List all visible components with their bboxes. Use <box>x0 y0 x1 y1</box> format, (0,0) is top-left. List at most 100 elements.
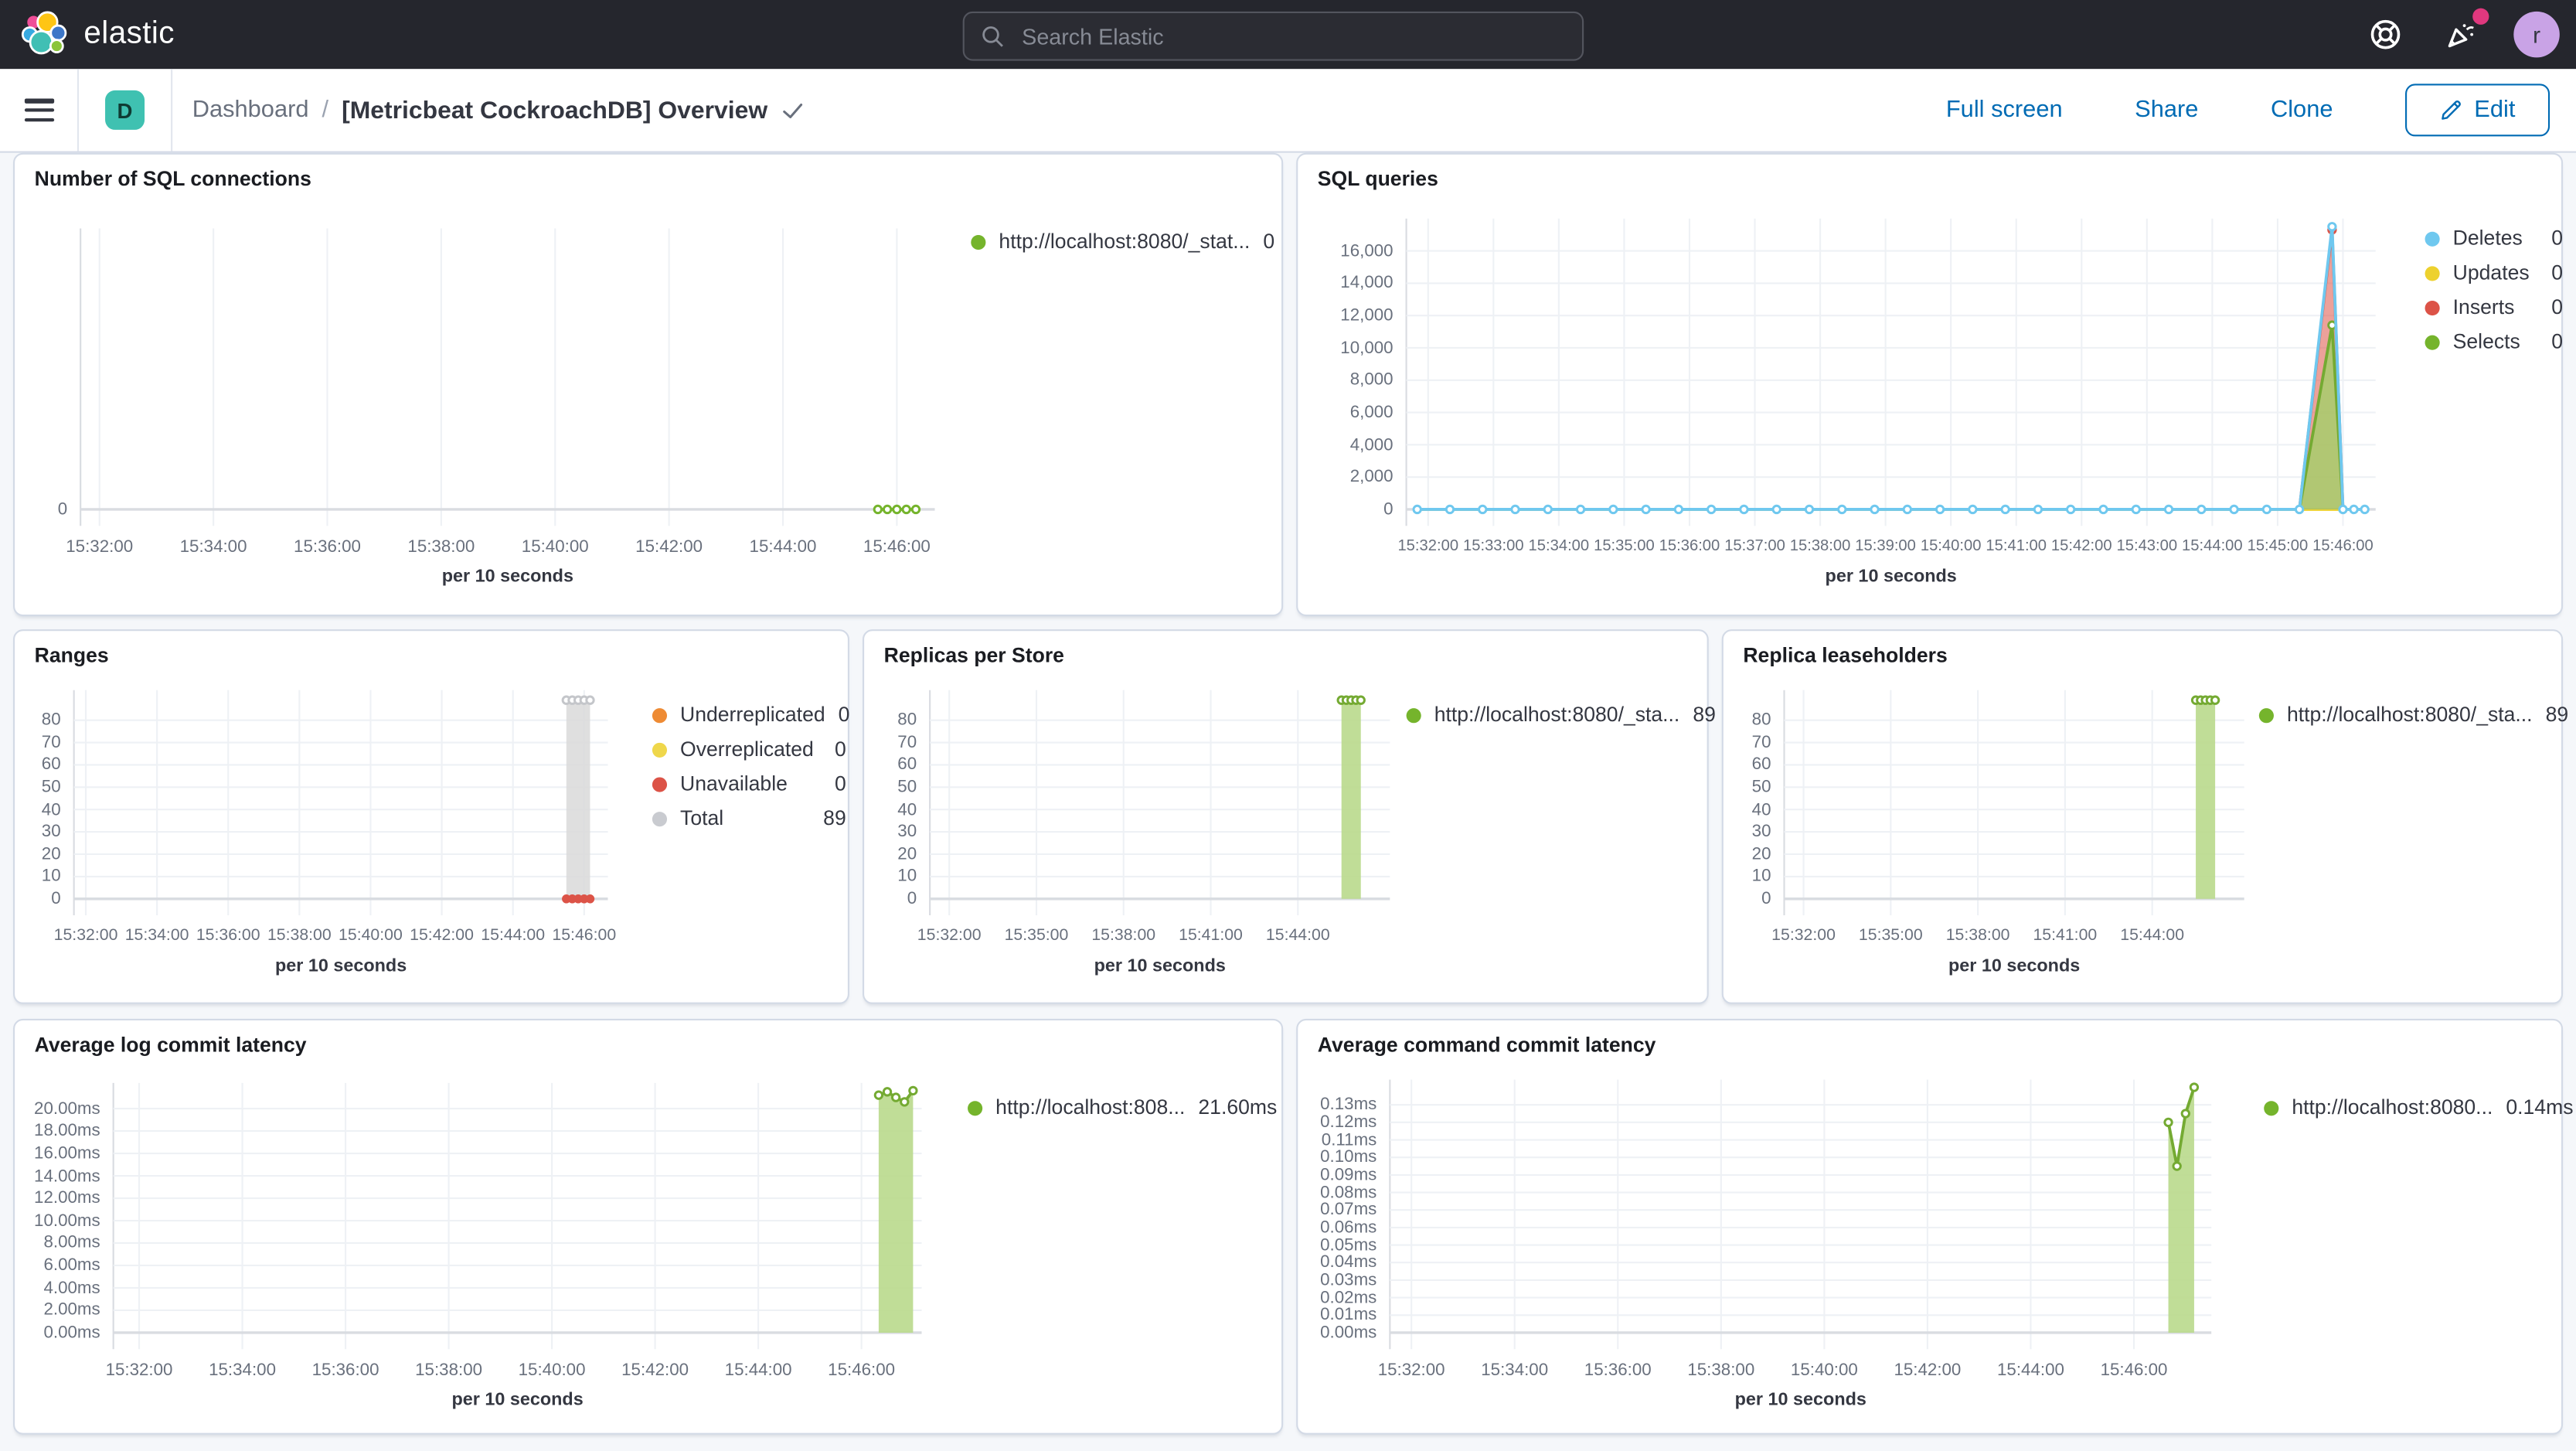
header-actions: r <box>2363 0 2560 69</box>
y-tick-label: 0 <box>907 889 917 909</box>
y-tick-label: 6.00ms <box>43 1255 100 1276</box>
user-avatar[interactable]: r <box>2513 11 2560 58</box>
legend-dot-icon <box>2425 301 2440 316</box>
legend-value: 21.60ms <box>1198 1095 1278 1119</box>
legend-item[interactable]: Overreplicated 0 <box>652 737 846 762</box>
panel-replica-leaseholders: Replica leaseholders 0 10 20 30 40 50 60 70 80 15… <box>1721 629 2568 1004</box>
legend-item[interactable]: http://localhost:8080/_stat... 0 <box>971 230 1274 255</box>
y-tick-label: 80 <box>41 710 61 731</box>
chart-plot[interactable] <box>1783 690 2244 918</box>
panel-title[interactable]: Average command commit latency <box>1298 1020 2561 1057</box>
chart-plot[interactable] <box>80 228 935 530</box>
legend-dot-icon <box>2425 266 2440 281</box>
series-Unavailable <box>585 894 595 904</box>
series-fill-http://localhost:808... <box>878 1090 914 1333</box>
legend-item[interactable]: Deletes 0 <box>2425 227 2563 251</box>
chart-plot[interactable] <box>929 690 1390 918</box>
panel-title[interactable]: SQL queries <box>1298 155 2561 191</box>
chart-legend: Deletes 0 Updates 0 Inserts 0 Selects 0 <box>2425 227 2564 355</box>
y-tick-label: 50 <box>41 777 61 798</box>
edit-button[interactable]: Edit <box>2405 83 2550 137</box>
panel-title[interactable]: Replicas per Store <box>864 631 1707 667</box>
x-axis-title: per 10 seconds <box>1825 567 1957 587</box>
y-tick-label: 0.06ms <box>1320 1218 1377 1238</box>
news-feed-button[interactable] <box>2438 8 2489 58</box>
chart-plot[interactable] <box>1405 218 2376 530</box>
legend-item[interactable]: Underreplicated 0 <box>652 703 849 728</box>
legend-dot-icon <box>2425 231 2440 247</box>
edit-button-label: Edit <box>2474 97 2516 124</box>
breadcrumb: Dashboard / [Metricbeat CockroachDB] Ove… <box>192 96 805 124</box>
full-screen-button[interactable]: Full screen <box>1946 97 2063 123</box>
legend-label: Deletes <box>2452 227 2523 250</box>
chart-average-command-commit-latency: 0.00ms 0.01ms 0.02ms 0.03ms 0.04ms 0.05ms 0.06… <box>1298 1060 2574 1433</box>
series-Total <box>566 700 590 899</box>
y-tick-label: 10,000 <box>1340 338 1393 358</box>
clone-button[interactable]: Clone <box>2271 97 2333 123</box>
legend-item[interactable]: Total 89 <box>652 807 846 832</box>
legend-label: http://localhost:8080/_sta... <box>2286 703 2533 727</box>
legend-dot-icon <box>2258 708 2274 724</box>
series-http://localhost:8080/_sta... <box>1341 700 1361 899</box>
party-popper-icon <box>2448 24 2474 48</box>
search-input[interactable] <box>1018 22 1583 50</box>
breadcrumb-separator: / <box>322 97 329 124</box>
legend-dot-icon <box>652 742 668 758</box>
y-tick-label: 16.00ms <box>34 1143 100 1163</box>
legend-item[interactable]: Updates 0 <box>2425 261 2563 286</box>
legend-item[interactable]: http://localhost:8080/_sta... 89 <box>1406 703 1716 728</box>
legend-item[interactable]: http://localhost:8080/_sta... 89 <box>2258 703 2568 728</box>
y-tick-label: 0 <box>1383 499 1393 519</box>
legend-dot-icon <box>968 1101 983 1116</box>
menu-icon[interactable] <box>24 98 55 122</box>
y-tick-label: 30 <box>1751 822 1771 842</box>
y-tick-label: 0.10ms <box>1320 1147 1377 1167</box>
x-tick-label: 15:46:00 <box>828 1361 896 1381</box>
chart-plot[interactable] <box>112 1082 922 1352</box>
legend-item[interactable]: http://localhost:808... 21.60ms <box>968 1096 1277 1121</box>
y-tick-label: 10 <box>1751 867 1771 887</box>
legend-dot-icon <box>652 812 668 827</box>
y-tick-label: 0.09ms <box>1320 1165 1377 1185</box>
panel-title[interactable]: Number of SQL connections <box>15 155 1281 191</box>
legend-item[interactable]: Inserts 0 <box>2425 296 2563 321</box>
y-tick-label: 40 <box>41 799 61 819</box>
legend-label: Underreplicated <box>680 703 825 727</box>
chart-plot[interactable] <box>73 690 608 918</box>
share-button[interactable]: Share <box>2135 97 2198 123</box>
y-tick-label: 70 <box>897 732 917 753</box>
legend-label: http://localhost:808... <box>995 1095 1186 1119</box>
global-search[interactable] <box>962 11 1584 61</box>
panel-number-of-sql-connections: Number of SQL connections 0 15:32:00 15:34… <box>13 152 1284 617</box>
chart-sql-queries: 0 2,000 4,000 6,000 8,000 10,000 12,000 14,000 1… <box>1298 194 2564 615</box>
legend-item[interactable]: Unavailable 0 <box>652 772 846 797</box>
panel-title[interactable]: Average log commit latency <box>15 1020 1281 1057</box>
chart-ranges: 0 10 20 30 40 50 60 70 80 15:32:00 15:34:00 15:36:0… <box>15 670 849 1002</box>
panel-replicas-per-store: Replicas per Store 0 10 20 30 40 50 60 70 80 15:3… <box>862 629 1716 1004</box>
chart-legend: http://localhost:8080/_sta... 89 <box>1406 703 1716 728</box>
y-tick-label: 4.00ms <box>43 1278 100 1298</box>
y-tick-label: 60 <box>1751 754 1771 775</box>
top-header: elastic Search Elastic r <box>0 0 2576 70</box>
legend-item[interactable]: http://localhost:8080... 0.14ms <box>2264 1096 2574 1121</box>
legend-value: 0 <box>2551 330 2564 354</box>
panel-title[interactable]: Replica leaseholders <box>1724 631 2561 667</box>
breadcrumb-dashboard[interactable]: Dashboard <box>192 97 309 123</box>
elastic-logo[interactable]: elastic <box>20 10 175 60</box>
legend-label: Unavailable <box>680 772 788 795</box>
legend-label: Overreplicated <box>680 737 814 761</box>
search-icon <box>981 24 1006 49</box>
check-icon[interactable] <box>781 97 805 122</box>
panel-title[interactable]: Ranges <box>15 631 848 667</box>
y-tick-label: 10 <box>41 867 61 887</box>
legend-value: 0 <box>834 772 846 795</box>
chart-plot[interactable] <box>1389 1079 2212 1353</box>
help-button[interactable] <box>2363 12 2409 58</box>
toolbar-actions: Full screen Share Clone Edit <box>1946 83 2576 137</box>
x-tick-label: 15:44:00 <box>1265 926 1330 945</box>
legend-item[interactable]: Selects 0 <box>2425 330 2564 355</box>
chart-replica-leaseholders: 0 10 20 30 40 50 60 70 80 15:32:00 15:35:00 15:38:0… <box>1724 670 2568 1002</box>
dashboard-badge[interactable]: D <box>105 90 145 130</box>
x-tick-label: 15:46:00 <box>552 926 617 945</box>
chart-legend: http://localhost:8080/_sta... 89 <box>2258 703 2568 728</box>
